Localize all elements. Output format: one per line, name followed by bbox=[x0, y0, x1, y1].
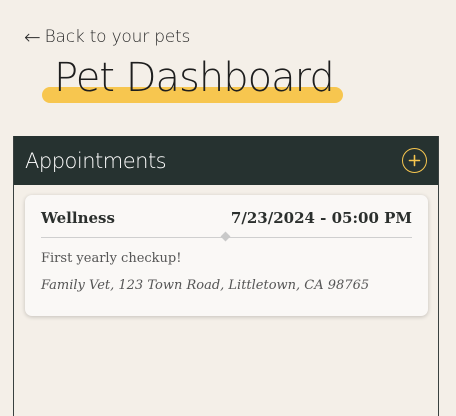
appointment-card[interactable]: Wellness 7/23/2024 - 05:00 PM First year… bbox=[25, 195, 428, 316]
appointment-datetime: 7/23/2024 - 05:00 PM bbox=[230, 209, 412, 227]
appointment-note: First yearly checkup! bbox=[41, 251, 182, 266]
add-appointment-button[interactable] bbox=[402, 148, 427, 173]
appointment-location: Family Vet, 123 Town Road, Littletown, C… bbox=[41, 278, 370, 293]
back-to-pets-link[interactable]: ← Back to your pets bbox=[24, 24, 190, 50]
plus-circle-icon bbox=[408, 154, 421, 167]
appointment-type: Wellness bbox=[41, 209, 115, 227]
appointments-title: Appointments bbox=[25, 148, 167, 173]
divider-diamond-icon bbox=[220, 231, 231, 242]
back-link-label: Back to your pets bbox=[44, 27, 191, 47]
appointments-panel: Appointments Wellness 7/23/2024 - 05:00 … bbox=[13, 136, 439, 416]
page-title: Pet Dashboard bbox=[54, 55, 335, 101]
page-title-block: Pet Dashboard bbox=[42, 52, 344, 106]
appointments-header: Appointments bbox=[14, 136, 438, 185]
back-arrow-icon: ← bbox=[24, 25, 41, 49]
